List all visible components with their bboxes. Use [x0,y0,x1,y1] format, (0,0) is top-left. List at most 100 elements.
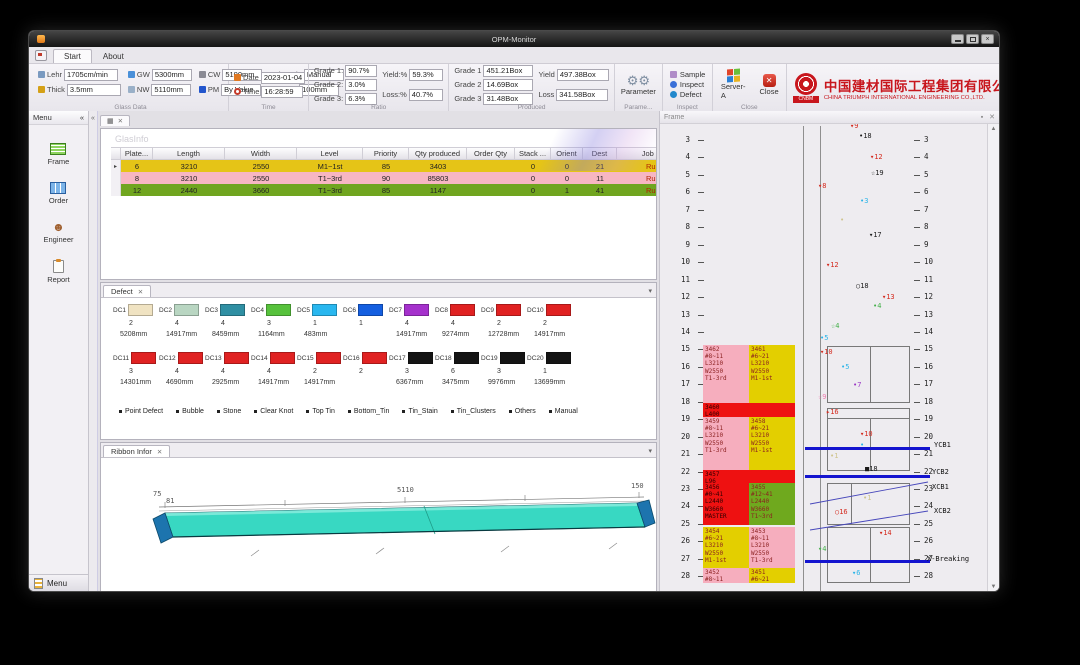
collapse-icon[interactable]: « [80,113,84,122]
ratio-loss-field[interactable]: 40.7% [408,88,443,101]
table-row[interactable]: 8 3210 2550 T1~3rd 90 85803 0 0 11 Running [111,172,656,184]
field-value[interactable]: 3.5mm [66,83,121,96]
ruler-tick-right [914,262,920,264]
close-tab-icon[interactable]: ✕ [138,288,143,296]
defect-row-1: DC1 2 5208mm DC2 4 14917mm DC3 4 8459mm DC4 3 1164m… [101,304,656,338]
column-header[interactable]: Orient [551,147,583,160]
legend-label: Bottom_Tin [353,408,390,415]
field-value[interactable]: 5300mm [151,68,192,81]
group-label: Close [741,104,758,111]
inspect-button[interactable]: Inspect [668,80,707,89]
defect-id: DC18 [435,354,452,362]
ratio-grade3-field[interactable]: 6.3% [345,92,378,105]
tab-ribbon-infor[interactable]: Ribbon Infor ✕ [103,445,171,457]
close-panel-icon[interactable]: ✕ [989,114,995,121]
defect-swatch [499,352,525,364]
parameter-button[interactable]: ⚙⚙ Parameter [620,67,657,102]
sample-button[interactable]: Sample [668,70,707,79]
sidebar-item-order[interactable]: Order [49,182,68,205]
column-header[interactable]: Stack ... [515,147,551,160]
defect-marker: •1 [863,494,872,503]
plate-divider-line [870,346,871,403]
field-label: CW [207,70,221,79]
table-cell: 0 [564,161,570,171]
column-header[interactable]: Plate... [121,147,153,160]
dropdown-icon[interactable]: ▾ [648,287,652,295]
defect-swatch [128,304,154,316]
close-tab-icon[interactable]: ✕ [157,448,162,456]
quick-access-icon[interactable] [35,50,47,61]
plate-divider-line [870,418,871,471]
scroll-down-icon[interactable]: ▼ [991,584,997,590]
table-row[interactable]: ▸ 6 3210 2550 M1~1st 85 3403 0 0 21 Running [111,160,656,172]
sidebar-item-report[interactable]: Report [47,259,70,284]
defect-length: 14301mm [120,379,152,386]
field-value[interactable]: 5110mm [151,83,192,96]
column-header[interactable]: Width [225,147,297,160]
defect-button[interactable]: Defect [668,90,707,99]
ruler-number-right: 5 [924,169,929,179]
dropdown-icon[interactable]: ▾ [648,447,652,455]
ruler-tick-right [914,140,920,141]
plate-block: 3461 #6~21 L3210 W2550 M1-1st [749,345,795,403]
produced-loss-field[interactable]: 341.58Box [556,88,609,101]
column-header[interactable]: Qty produced [409,147,467,160]
time-field[interactable]: 16:28:59 [261,85,303,98]
tab-about[interactable]: About [92,49,135,63]
group-close: Server-A ✕ Close Close [713,64,787,111]
maximize-button[interactable] [966,34,979,44]
close-tab-icon[interactable]: ✕ [118,117,123,125]
date-field[interactable]: 2023-01-04 [260,71,306,84]
tab-defect[interactable]: Defect ✕ [103,285,152,297]
legend-label: Manual [554,408,578,415]
produced-grade1-field[interactable]: 451.21Box [483,64,534,77]
sidebar-menu-footer[interactable]: Menu [29,574,88,591]
field-value[interactable]: 1705cm/min [64,68,119,81]
ruler-tick-right [914,523,920,525]
title-bar[interactable]: OPM-Monitor × [29,31,999,47]
ratio-yield-field[interactable]: 59.3% [409,68,444,81]
column-header[interactable]: Length [153,147,225,160]
server-a-button[interactable]: Server-A [718,67,749,102]
scroll-up-icon[interactable]: ▲ [991,126,997,132]
document-tab[interactable]: ▦ ✕ [100,115,131,126]
produced-grade2-field[interactable]: 14.69Box [483,78,534,91]
table-row[interactable]: 12 2440 3660 T1~3rd 85 1147 0 1 41 Running [111,184,656,196]
frame-map-panel: Frame ▪ ✕ 3 3 4 4 5 5 6 6 7 7 8 8 9 9 10 10 11 11 12 12 13 13… [659,111,999,591]
defect-count: 4 [175,320,179,327]
ribbon-infor-panel: Ribbon Infor ✕ ▾ 75 81 5110 150 [100,442,657,591]
vertical-scrollbar[interactable]: ▲ ▼ [987,124,999,591]
sidebar-item-engineer[interactable]: ☻ Engineer [43,221,73,244]
close-window-button[interactable]: × [981,34,994,44]
ruler-tick-right [914,471,920,473]
sidebar-item-frame[interactable]: Frame [48,143,69,166]
produced-yield-field[interactable]: 497.38Box [556,68,609,81]
produced-grade1-label: Grade 1 [454,66,482,75]
defect-id: DC4 [251,306,265,314]
sidebar: Menu « Frame Order ☻ Engineer Report Menu [29,111,89,591]
defect-type: DC17 3 6367mm [389,352,435,386]
splitter-strip[interactable]: « [89,111,98,591]
ratio-grade2-field[interactable]: 3.0% [345,78,378,91]
defect-count: 3 [405,368,409,375]
defect-swatch [220,304,246,316]
defect-length: 4690mm [166,379,194,386]
defect-length: 12728mm [488,331,520,338]
close-app-button[interactable]: ✕ Close [756,67,781,102]
minimize-button[interactable] [951,34,964,44]
ruler-tick-right [914,349,920,351]
ratio-grade1-field[interactable]: 90.7% [345,64,378,77]
column-header[interactable]: Dest [583,147,617,160]
tab-start[interactable]: Start [53,49,92,63]
produced-grade3-field[interactable]: 31.48Box [483,92,534,105]
column-header[interactable]: Job Status [617,147,656,160]
company-logo: CNBM 中国建材国际工程集团有限公司 CHINA TRIUMPH INTERN… [787,64,999,111]
pin-icon[interactable]: ▪ [981,114,983,121]
defect-id: DC11 [113,354,130,362]
defect-type: DC7 4 14917mm [389,304,435,338]
defect-marker: ☆9 [818,393,827,402]
column-header[interactable]: Order Qty [467,147,515,160]
column-header[interactable]: Priority [363,147,409,160]
column-header[interactable]: Level [297,147,363,160]
legend-label: Point Defect [125,408,164,415]
